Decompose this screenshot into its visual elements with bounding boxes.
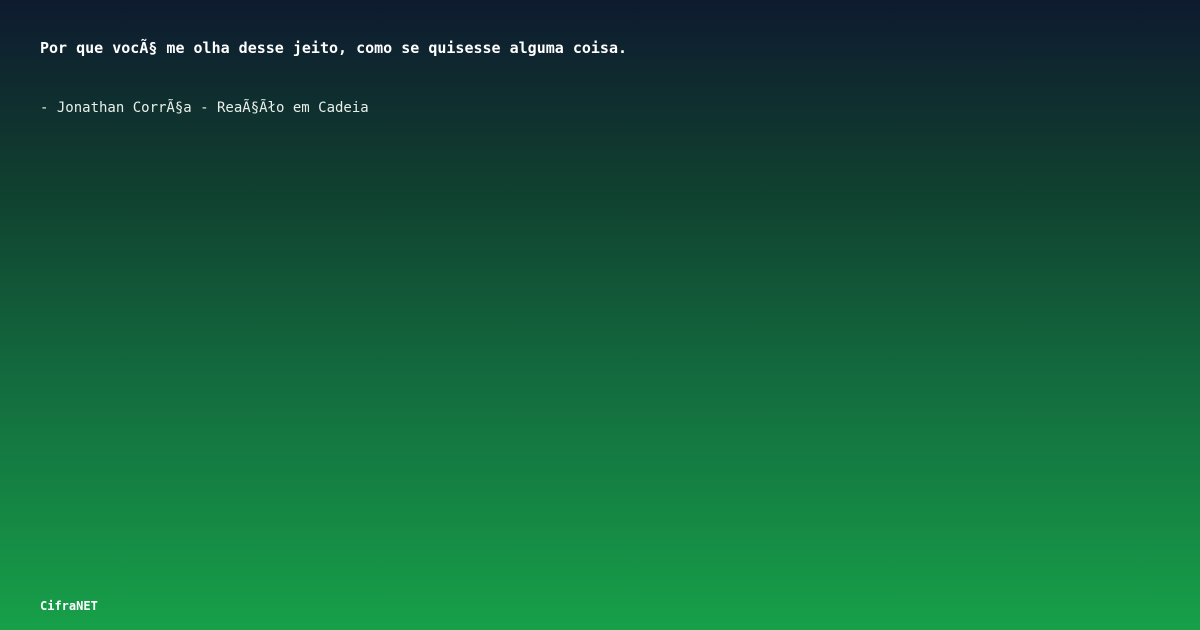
quote-card: Por que vocÃ§ me olha desse jeito, como … xyxy=(0,0,1200,630)
quote-text: Por que vocÃ§ me olha desse jeito, como … xyxy=(40,39,627,57)
quote-attribution: - Jonathan CorrÃ§a - ReaÃ§Ãło em Cadeia xyxy=(40,100,369,116)
brand-name: CifraNET xyxy=(40,599,98,613)
